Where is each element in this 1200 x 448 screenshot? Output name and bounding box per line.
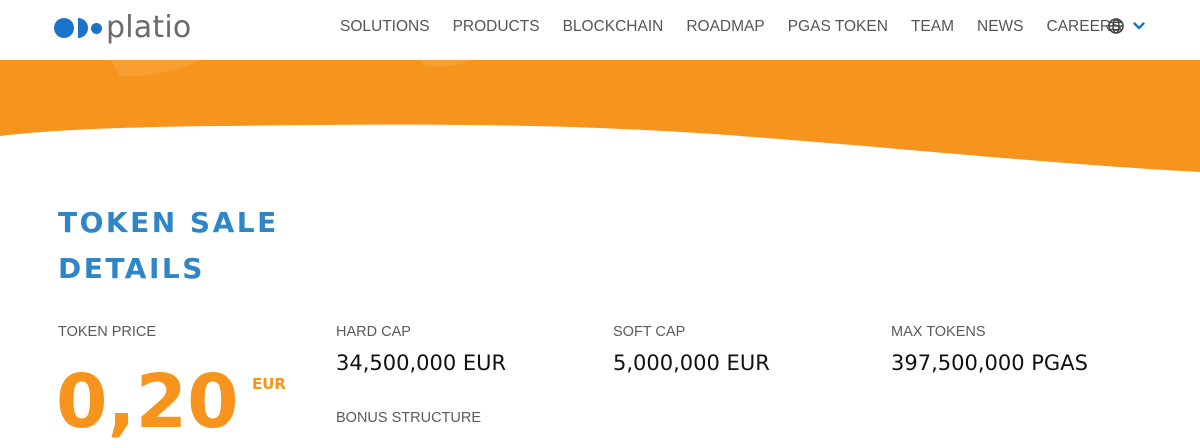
bonus-structure-label: BONUS STRUCTURE: [336, 410, 482, 426]
soft-cap-label: SOFT CAP: [613, 324, 686, 340]
token-price-label: TOKEN PRICE: [58, 324, 157, 340]
site-header: platio SOLUTIONS PRODUCTS BLOCKCHAIN ROA…: [0, 0, 1200, 60]
chevron-down-icon: [1133, 22, 1145, 30]
nav-item-pgas-token[interactable]: PGAS TOKEN: [788, 18, 888, 36]
soft-cap-value: 5,000,000 EUR: [613, 351, 770, 375]
max-tokens-value: 397,500,000 PGAS: [891, 351, 1088, 375]
token-price-unit: EUR: [252, 375, 286, 393]
section-title: TOKEN SALE DETAILS: [58, 200, 378, 292]
main-nav: SOLUTIONS PRODUCTS BLOCKCHAIN ROADMAP PG…: [340, 17, 1144, 37]
platio-logo[interactable]: platio: [54, 10, 191, 46]
max-tokens-label: MAX TOKENS: [891, 324, 986, 340]
section-title-line-2: DETAILS: [58, 252, 205, 285]
logo-mark-icon: [54, 18, 102, 38]
logo-text: platio: [106, 10, 192, 45]
token-price-value: 0,20: [56, 359, 239, 445]
orange-wave-banner: [0, 60, 1200, 172]
nav-item-solutions[interactable]: SOLUTIONS: [340, 18, 430, 36]
hard-cap-value: 34,500,000 EUR: [336, 351, 507, 375]
nav-item-products[interactable]: PRODUCTS: [453, 18, 540, 36]
nav-item-roadmap[interactable]: ROADMAP: [686, 18, 764, 36]
nav-item-news[interactable]: NEWS: [977, 18, 1024, 36]
nav-item-blockchain[interactable]: BLOCKCHAIN: [563, 18, 664, 36]
globe-icon: [1108, 18, 1124, 34]
hard-cap-label: HARD CAP: [336, 324, 411, 340]
section-title-line-1: TOKEN SALE: [58, 206, 279, 239]
language-selector[interactable]: [1108, 18, 1145, 34]
nav-item-team[interactable]: TEAM: [911, 18, 954, 36]
